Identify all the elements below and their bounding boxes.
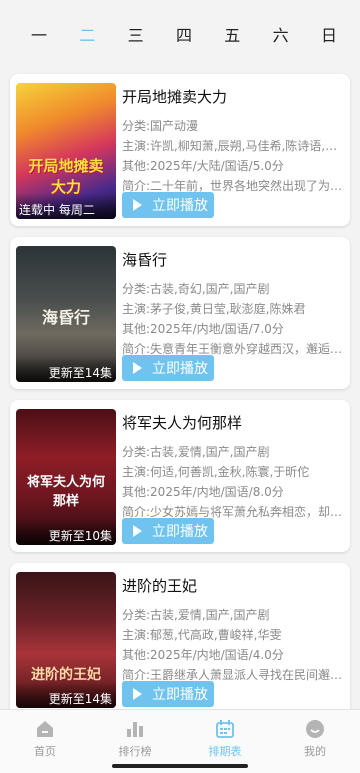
- show-other: 其他:2025年/内地/国语/4.0分: [122, 648, 284, 662]
- play-label: 立即播放: [152, 687, 208, 703]
- show-info: 海昏行 分类:古装,奇幻,国产,国产剧 主演:茅子俊,黄日莹,耿澎庭,陈姝君 其…: [122, 249, 346, 359]
- tab-tuesday[interactable]: 二: [72, 22, 102, 79]
- show-card[interactable]: 海昏行 更新至14集 海昏行 分类:古装,奇幻,国产,国产剧 主演:茅子俊,黄日…: [10, 237, 350, 389]
- poster-title-art: 海昏行: [41, 308, 90, 327]
- tab-friday[interactable]: 五: [217, 22, 247, 66]
- play-button[interactable]: 立即播放: [122, 681, 214, 707]
- play-button[interactable]: 立即播放: [122, 192, 214, 218]
- weekday-tabs: 一 二 三 四 五 六 日: [0, 0, 360, 79]
- show-title: 进阶的王妃: [122, 577, 198, 595]
- bar-chart-icon: [127, 722, 143, 737]
- tab-monday[interactable]: 一: [24, 22, 54, 66]
- home-icon: [37, 721, 53, 737]
- show-card[interactable]: 开局地摊卖大力 连载中 每周二 开局地摊卖大力 分类:国产动漫 主演:许凯,柳知…: [10, 74, 350, 226]
- nav-home[interactable]: 首页: [0, 710, 90, 773]
- play-icon: [133, 362, 142, 374]
- nav-profile[interactable]: 我的: [270, 710, 360, 773]
- show-other: 其他:2025年/内地/国语/8.0分: [122, 485, 284, 499]
- play-icon: [133, 525, 142, 537]
- episode-badge: 更新至10集: [16, 519, 116, 545]
- play-label: 立即播放: [152, 198, 208, 214]
- show-cast: 主演:茅子俊,黄日莹,耿澎庭,陈姝君: [122, 302, 306, 316]
- show-card[interactable]: 进阶的王妃 更新至14集 进阶的王妃 分类:古装,爱情,国产,国产剧 主演:郁葱…: [10, 563, 350, 715]
- nav-profile-label: 我的: [304, 745, 326, 758]
- poster-title-art: 进阶的王妃: [31, 667, 101, 683]
- show-title: 将军夫人为何那样: [122, 414, 243, 432]
- nav-home-label: 首页: [34, 745, 56, 758]
- show-title: 开局地摊卖大力: [122, 88, 228, 106]
- show-poster[interactable]: 开局地摊卖大力 连载中 每周二: [16, 83, 116, 219]
- tab-thursday[interactable]: 四: [169, 22, 199, 66]
- profile-icon: [306, 720, 324, 738]
- play-label: 立即播放: [152, 524, 208, 540]
- play-icon: [133, 199, 142, 211]
- nav-ranking-label: 排行榜: [118, 745, 152, 758]
- show-title: 海昏行: [122, 251, 168, 269]
- nav-schedule-label: 排期表: [208, 745, 242, 758]
- home-indicator[interactable]: [112, 764, 248, 768]
- show-info: 开局地摊卖大力 分类:国产动漫 主演:许凯,柳知萧,辰朔,马佳希,陈诗语,由..…: [122, 86, 346, 196]
- calendar-icon: [216, 720, 234, 738]
- show-other: 其他:2025年/内地/国语/7.0分: [122, 322, 284, 336]
- show-info: 进阶的王妃 分类:古装,爱情,国产,国产剧 主演:郁葱,代高政,曹峻祥,华雯 其…: [122, 575, 346, 685]
- tab-saturday[interactable]: 六: [266, 22, 296, 66]
- show-cast: 主演:许凯,柳知萧,辰朔,马佳希,陈诗语,由...: [122, 139, 346, 153]
- poster-title-art: 开局地摊卖大力: [28, 157, 104, 196]
- show-other: 其他:2025年/大陆/国语/5.0分: [122, 159, 284, 173]
- show-category: 分类:古装,爱情,国产,国产剧: [122, 445, 270, 459]
- show-card[interactable]: 将军夫人为何那样 更新至10集 将军夫人为何那样 分类:古装,爱情,国产,国产剧…: [10, 400, 350, 552]
- episode-badge: 更新至14集: [16, 356, 116, 382]
- play-button[interactable]: 立即播放: [122, 355, 214, 381]
- tab-sunday[interactable]: 日: [314, 22, 344, 66]
- show-poster[interactable]: 将军夫人为何那样 更新至10集: [16, 409, 116, 545]
- tab-wednesday[interactable]: 三: [121, 22, 151, 66]
- play-label: 立即播放: [152, 361, 208, 377]
- episode-badge: 更新至14集: [16, 682, 116, 708]
- show-cast: 主演:郁葱,代高政,曹峻祥,华雯: [122, 628, 282, 642]
- show-poster[interactable]: 海昏行 更新至14集: [16, 246, 116, 382]
- show-info: 将军夫人为何那样 分类:古装,爱情,国产,国产剧 主演:何适,何善凯,金秋,陈寰…: [122, 412, 346, 522]
- poster-title-art: 将军夫人为何那样: [26, 475, 105, 509]
- show-category: 分类:国产动漫: [122, 119, 199, 133]
- schedule-list: 开局地摊卖大力 连载中 每周二 开局地摊卖大力 分类:国产动漫 主演:许凯,柳知…: [10, 74, 350, 726]
- show-category: 分类:古装,奇幻,国产,国产剧: [122, 282, 270, 296]
- episode-badge: 连载中 每周二: [16, 193, 116, 219]
- show-category: 分类:古装,爱情,国产,国产剧: [122, 608, 270, 622]
- show-poster[interactable]: 进阶的王妃 更新至14集: [16, 572, 116, 708]
- play-icon: [133, 688, 142, 700]
- show-cast: 主演:何适,何善凯,金秋,陈寰,于昕佗: [122, 465, 310, 479]
- play-button[interactable]: 立即播放: [122, 518, 214, 544]
